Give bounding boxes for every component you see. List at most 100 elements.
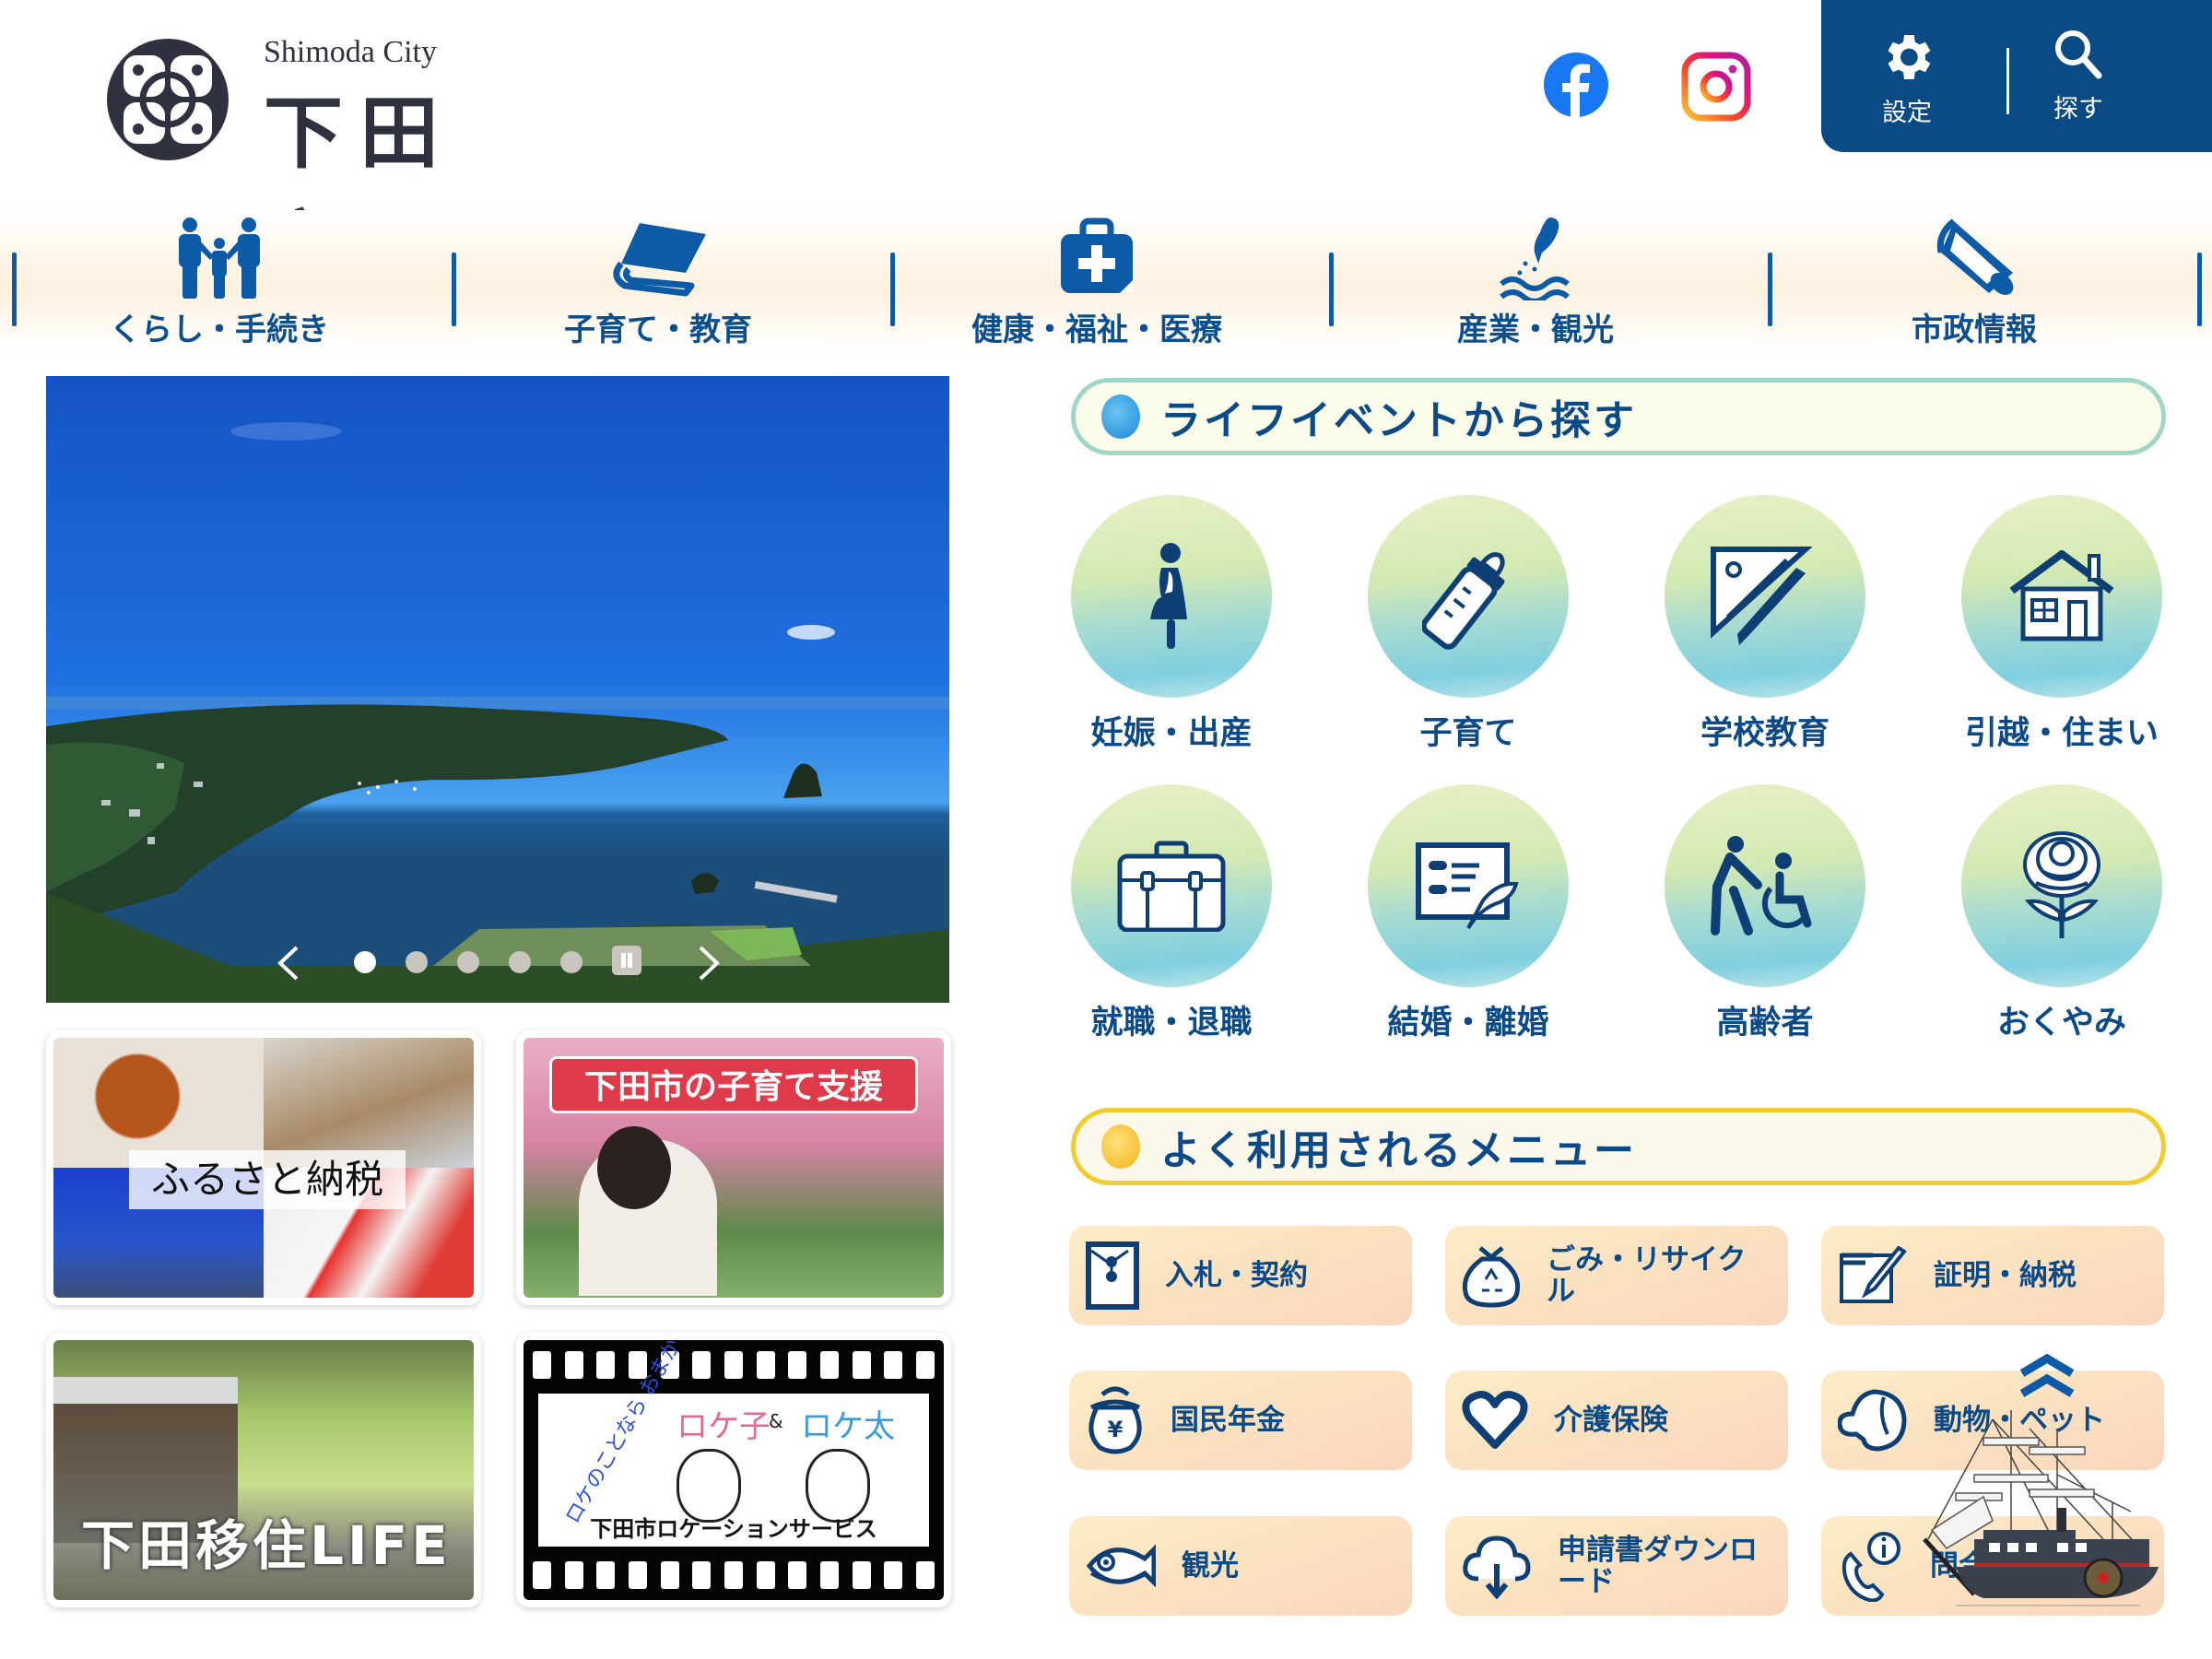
menu-item-label: ごみ・リサイクル	[1547, 1243, 1747, 1308]
menu-item-label: 申請書ダウンロード	[1558, 1534, 1758, 1598]
slider-next-button[interactable]	[695, 946, 723, 981]
envelope-icon	[1086, 1241, 1139, 1310]
nav-divider	[2197, 253, 2202, 326]
house-icon	[2009, 550, 2114, 641]
popular-menu-header: よく利用されるメニュー	[1071, 1108, 2166, 1185]
mascot-name-girl: ロケ子	[677, 1408, 771, 1445]
global-nav: くらし・手続き 子育て・教育 健康・福祉・医療 産業・観光 市政情報	[0, 210, 2212, 352]
slider-prev-button[interactable]	[275, 946, 302, 981]
life-event-label: 就職・退職	[1090, 1005, 1253, 1041]
fish-icon	[1086, 1544, 1156, 1588]
nav-item-living[interactable]: くらし・手続き	[0, 210, 439, 352]
banner-label: 下田移住LIFE	[81, 1514, 452, 1577]
nav-label: くらし・手続き	[110, 312, 329, 348]
marriage-form-icon	[1416, 842, 1519, 930]
medical-bag-icon	[1061, 218, 1133, 293]
menu-item-garbage-recycling[interactable]: ごみ・リサイクル	[1445, 1226, 1788, 1325]
life-event-employment[interactable]: 就職・退職	[1065, 784, 1277, 1061]
fish-wave-icon	[1500, 218, 1570, 300]
slider-dot[interactable]	[457, 951, 479, 973]
slider-dot[interactable]	[354, 951, 376, 973]
settings-label: 設定	[1882, 99, 1932, 127]
life-event-label: 高齢者	[1716, 1005, 1814, 1041]
life-event-elderly[interactable]: 高齢者	[1659, 784, 1871, 1061]
life-event-label: 妊娠・出産	[1090, 715, 1253, 752]
life-event-label: 結婚・離婚	[1387, 1005, 1549, 1041]
nav-item-industry-tourism[interactable]: 産業・観光	[1316, 210, 1755, 352]
banner-label: 下田市ロケーションサービス	[590, 1516, 877, 1542]
heart-icon	[1462, 1391, 1528, 1449]
pregnant-icon	[1150, 543, 1187, 649]
page: Shimoda City 下田市 設定 探す	[0, 0, 2212, 1659]
nav-item-childcare-education[interactable]: 子育て・教育	[439, 210, 877, 352]
city-emblem-icon	[107, 39, 229, 160]
ampersand: &	[769, 1410, 783, 1432]
nav-label: 産業・観光	[1457, 312, 1614, 348]
section-title: よく利用されるメニュー	[1160, 1127, 1637, 1174]
menu-item-label: 介護保険	[1554, 1404, 1668, 1437]
nav-item-health-welfare[interactable]: 健康・福祉・医療	[877, 210, 1316, 352]
menu-item-label: 入札・契約	[1165, 1259, 1308, 1292]
menu-item-national-pension[interactable]: ¥ 国民年金	[1069, 1371, 1412, 1470]
search-icon	[2055, 30, 2102, 79]
life-events-header: ライフイベントから探す	[1071, 378, 2166, 455]
menu-item-certificates-tax[interactable]: 証明・納税	[1821, 1226, 2164, 1325]
nav-label: 子育て・教育	[564, 312, 752, 348]
life-event-condolences[interactable]: おくやみ	[1956, 784, 2168, 1061]
slider-dot[interactable]	[560, 951, 582, 973]
hero-slider[interactable]	[46, 376, 949, 1003]
life-event-pregnancy[interactable]: 妊娠・出産	[1065, 495, 1277, 771]
scroll-to-top-button[interactable]	[2017, 1353, 2077, 1397]
site-logo[interactable]: Shimoda City 下田市	[105, 35, 540, 295]
search-button[interactable]: 探す	[2018, 20, 2138, 131]
nav-item-city-info[interactable]: 市政情報	[1755, 210, 2194, 352]
life-event-label: 学校教育	[1700, 715, 1830, 752]
menu-item-tourism[interactable]: 観光	[1069, 1516, 1412, 1616]
nav-label: 市政情報	[1912, 312, 2037, 348]
banner-label: 下田市の子育て支援	[549, 1056, 918, 1113]
briefcase-icon	[1117, 841, 1226, 932]
menu-item-label: 観光	[1182, 1549, 1239, 1583]
book-icon	[613, 223, 706, 297]
banner-furusato-tax[interactable]: ふるさと納税	[46, 1030, 481, 1305]
utility-divider	[2006, 48, 2009, 114]
facebook-icon	[1544, 53, 1608, 118]
black-ship-mascot[interactable]	[1919, 1401, 2168, 1613]
life-event-marriage[interactable]: 結婚・離婚	[1362, 784, 1574, 1061]
utility-panel: 設定 探す	[1821, 0, 2212, 152]
mascot-name-boy: ロケ太	[801, 1408, 895, 1445]
banner-childcare-support[interactable]: 下田市の子育て支援	[516, 1030, 951, 1305]
phone-info-icon	[1841, 1532, 1900, 1602]
purse-yen-icon: ¥	[1088, 1386, 1142, 1454]
life-event-school[interactable]: 学校教育	[1659, 495, 1871, 771]
slider-dot[interactable]	[509, 951, 531, 973]
dog-icon	[1838, 1389, 1907, 1452]
facebook-link[interactable]	[1543, 52, 1609, 118]
life-event-label: おくやみ	[1996, 1005, 2126, 1041]
hero-photo	[46, 422, 949, 1003]
nav-label: 健康・福祉・医療	[971, 312, 1222, 348]
menu-item-care-insurance[interactable]: 介護保険	[1445, 1371, 1788, 1470]
settings-button[interactable]: 設定	[1847, 20, 1967, 131]
banner-location-service[interactable]: ロケのことなら おまかせ！ ロケ子 & ロケ太 下田市ロケーションサービス	[516, 1333, 951, 1607]
slider-dot[interactable]	[406, 951, 428, 973]
section-title: ライフイベントから探す	[1160, 397, 1637, 444]
bullet-icon	[1101, 1124, 1140, 1169]
menu-item-bidding[interactable]: 入札・契約	[1069, 1226, 1412, 1325]
menu-item-label: 国民年金	[1171, 1404, 1285, 1437]
double-chevron-up-icon	[2019, 1353, 2075, 1397]
life-event-moving-housing[interactable]: 引越・住まい	[1956, 495, 2168, 771]
cloud-download-icon	[1463, 1535, 1531, 1599]
logo-english: Shimoda City	[264, 35, 437, 69]
certificate-icon	[1840, 1246, 1907, 1303]
banner-migration-life[interactable]: 下田移住LIFE	[46, 1333, 481, 1607]
ruler-pencil-icon	[1711, 547, 1813, 645]
megaphone-icon	[1936, 218, 2014, 295]
menu-item-label: 証明・納税	[1934, 1259, 2077, 1292]
life-event-label: 子育て	[1419, 715, 1517, 752]
slider-pause-button[interactable]	[612, 946, 641, 975]
instagram-link[interactable]	[1681, 52, 1751, 122]
life-event-childcare[interactable]: 子育て	[1362, 495, 1574, 771]
family-icon	[179, 218, 260, 299]
menu-item-forms-download[interactable]: 申請書ダウンロード	[1445, 1516, 1788, 1616]
